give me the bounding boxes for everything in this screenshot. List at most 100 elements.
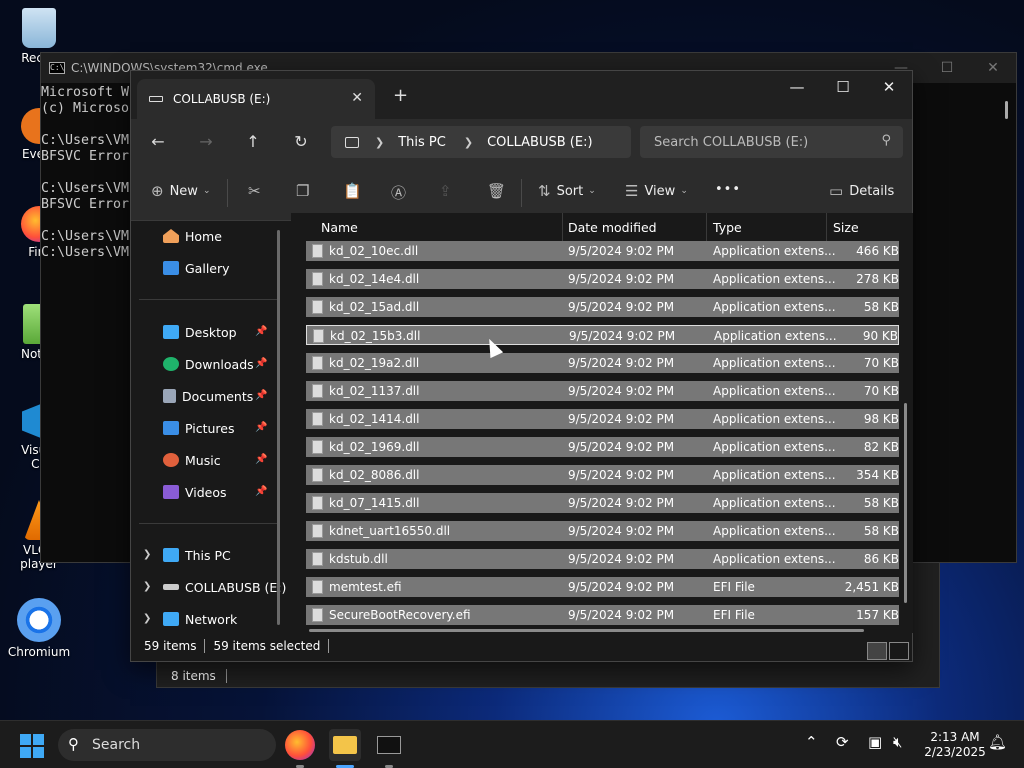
- sidebar-item-desktop[interactable]: Desktop: [163, 320, 237, 344]
- minimize-button[interactable]: —: [774, 71, 820, 103]
- sidebar-item-collabusb[interactable]: COLLABUSB (E:): [163, 575, 286, 599]
- file-row[interactable]: kd_02_14e4.dll 9/5/2024 9:02 PM Applicatio…: [306, 269, 899, 289]
- sidebar-item-pictures[interactable]: Pictures: [163, 416, 235, 440]
- refresh-icon[interactable]: ↻: [286, 127, 316, 157]
- file-date-modified: 9/5/2024 9:02 PM: [568, 356, 675, 370]
- new-button[interactable]: ⊕ New ⌄: [151, 182, 210, 200]
- sidebar-item-label: COLLABUSB (E:): [185, 579, 287, 595]
- breadcrumb-this-pc[interactable]: This PC: [398, 135, 446, 150]
- file-row[interactable]: kdstub.dll 9/5/2024 9:02 PM Application ex…: [306, 549, 899, 569]
- file-row[interactable]: memtest.efi 9/5/2024 9:02 PM EFI File 2,451…: [306, 577, 899, 597]
- tab-collabusb[interactable]: COLLABUSB (E:) ✕: [137, 79, 375, 119]
- pin-icon[interactable]: 📌: [255, 486, 267, 497]
- sidebar-item-downloads[interactable]: Downloads: [163, 352, 254, 376]
- file-explorer-taskbar-button[interactable]: [329, 729, 361, 761]
- rename-icon[interactable]: Ⓐ: [391, 182, 412, 203]
- sidebar-scrollbar[interactable]: [277, 230, 280, 625]
- details-view-icon[interactable]: [867, 642, 887, 660]
- pin-icon[interactable]: 📌: [255, 390, 267, 401]
- column-header-type[interactable]: Type: [713, 213, 742, 241]
- forward-arrow-icon[interactable]: →: [191, 127, 221, 157]
- more-options-icon[interactable]: •••: [715, 182, 741, 197]
- close-tab-icon[interactable]: ✕: [351, 90, 363, 106]
- search-box[interactable]: Search COLLABUSB (E:) ⚲: [640, 126, 903, 158]
- chevron-right-icon: ❯: [463, 135, 474, 149]
- chromium-icon: [17, 598, 61, 642]
- firefox-taskbar-icon[interactable]: [285, 730, 315, 760]
- back-arrow-icon[interactable]: ←: [143, 127, 173, 157]
- maximize-button[interactable]: ☐: [820, 71, 866, 103]
- navigation-pane: Home Gallery Desktop 📌 Downloads 📌 Docum…: [131, 222, 289, 632]
- windows-logo-pane: [33, 734, 44, 745]
- file-row[interactable]: SecureBootRecovery.efi 9/5/2024 9:02 PM EF…: [306, 605, 899, 625]
- close-button[interactable]: ✕: [866, 71, 912, 103]
- search-input[interactable]: Search COLLABUSB (E:): [654, 135, 808, 150]
- chevron-right-icon[interactable]: ❯: [143, 581, 151, 592]
- start-button[interactable]: [20, 734, 44, 758]
- details-button[interactable]: ▭ Details: [829, 182, 894, 200]
- sync-icon[interactable]: ⟳: [836, 733, 849, 751]
- pin-icon[interactable]: 📌: [255, 422, 267, 433]
- cut-icon[interactable]: ✂: [248, 182, 267, 200]
- column-header-size[interactable]: Size: [833, 213, 859, 241]
- file-row[interactable]: kd_07_1415.dll 9/5/2024 9:02 PM Applicatio…: [306, 493, 899, 513]
- chevron-right-icon[interactable]: ❯: [143, 613, 151, 624]
- close-button[interactable]: ✕: [970, 53, 1016, 83]
- notification-bell-icon[interactable]: 🔔︎: [988, 733, 1007, 751]
- column-separator[interactable]: [706, 213, 707, 241]
- address-bar[interactable]: ❯ This PC ❯ COLLABUSB (E:): [331, 126, 631, 158]
- chevron-up-icon[interactable]: ⌃: [805, 733, 818, 751]
- network-status-icon[interactable]: ▣: [868, 733, 882, 751]
- sidebar-item-this-pc[interactable]: This PC: [163, 543, 231, 567]
- sidebar-item-home[interactable]: Home: [163, 224, 222, 248]
- column-separator[interactable]: [562, 213, 563, 241]
- delete-icon[interactable]: 🗑: [487, 182, 512, 200]
- tiles-view-icon[interactable]: [889, 642, 909, 660]
- copy-icon[interactable]: ❐: [296, 182, 315, 200]
- file-type: Application extens...: [713, 300, 836, 314]
- cmd-scrollbar[interactable]: [1005, 101, 1008, 119]
- file-row[interactable]: kd_02_1969.dll 9/5/2024 9:02 PM Applicatio…: [306, 437, 899, 457]
- file-row[interactable]: kdnet_uart16550.dll 9/5/2024 9:02 PM Appli…: [306, 521, 899, 541]
- vertical-scrollbar[interactable]: [904, 403, 907, 603]
- taskbar-search-box[interactable]: ⚲ Search: [58, 729, 276, 761]
- sidebar-item-videos[interactable]: Videos: [163, 480, 227, 504]
- new-tab-button[interactable]: +: [393, 85, 408, 106]
- column-separator[interactable]: [826, 213, 827, 241]
- volume-muted-icon[interactable]: 🔇︎: [893, 733, 902, 751]
- file-row[interactable]: kd_02_15ad.dll 9/5/2024 9:02 PM Applicatio…: [306, 297, 899, 317]
- file-row[interactable]: kd_02_8086.dll 9/5/2024 9:02 PM Applicatio…: [306, 465, 899, 485]
- file-size: 70 KB: [863, 384, 899, 398]
- sort-icon: ⇅: [538, 182, 551, 200]
- breadcrumb-collabusb[interactable]: COLLABUSB (E:): [487, 135, 592, 150]
- file-icon: [313, 329, 324, 343]
- terminal-taskbar-icon[interactable]: [373, 729, 405, 761]
- status-separator: [328, 639, 330, 653]
- paste-icon[interactable]: 📋: [343, 182, 368, 200]
- share-icon[interactable]: ⇪: [439, 182, 458, 200]
- file-row[interactable]: kd_02_1137.dll 9/5/2024 9:02 PM Applicatio…: [306, 381, 899, 401]
- up-arrow-icon[interactable]: ↑: [238, 127, 268, 157]
- pin-icon[interactable]: 📌: [255, 358, 267, 369]
- maximize-button[interactable]: ☐: [924, 53, 970, 83]
- sidebar-item-gallery[interactable]: Gallery: [163, 256, 230, 280]
- system-clock[interactable]: 2:13 AM 2/23/2025: [920, 730, 990, 760]
- file-row[interactable]: kd_02_10ec.dll 9/5/2024 9:02 PM Applicatio…: [306, 241, 899, 261]
- view-button[interactable]: ☰ View ⌄: [625, 182, 688, 200]
- desktop-icon-chromium[interactable]: Chromium: [4, 598, 74, 659]
- file-row[interactable]: kd_02_1414.dll 9/5/2024 9:02 PM Applicatio…: [306, 409, 899, 429]
- explorer-titlebar[interactable]: COLLABUSB (E:) ✕ + — ☐ ✕: [131, 71, 912, 119]
- sidebar-item-network[interactable]: Network: [163, 607, 237, 631]
- sidebar-item-label: Videos: [185, 484, 227, 500]
- sort-button[interactable]: ⇅ Sort ⌄: [538, 182, 596, 200]
- sidebar-item-documents[interactable]: Documents: [163, 384, 253, 408]
- column-header-date-modified[interactable]: Date modified: [568, 213, 657, 241]
- chevron-right-icon[interactable]: ❯: [143, 549, 151, 560]
- pin-icon[interactable]: 📌: [255, 454, 267, 465]
- sidebar-item-music[interactable]: Music: [163, 448, 221, 472]
- column-header-name[interactable]: Name: [321, 213, 358, 241]
- pin-icon[interactable]: 📌: [255, 326, 267, 337]
- file-row[interactable]: kd_02_15b3.dll 9/5/2024 9:02 PM Applicatio…: [306, 325, 899, 345]
- file-explorer-window[interactable]: COLLABUSB (E:) ✕ + — ☐ ✕ ← → ↑ ↻ ❯ This …: [130, 70, 913, 662]
- file-row[interactable]: kd_02_19a2.dll 9/5/2024 9:02 PM Applicatio…: [306, 353, 899, 373]
